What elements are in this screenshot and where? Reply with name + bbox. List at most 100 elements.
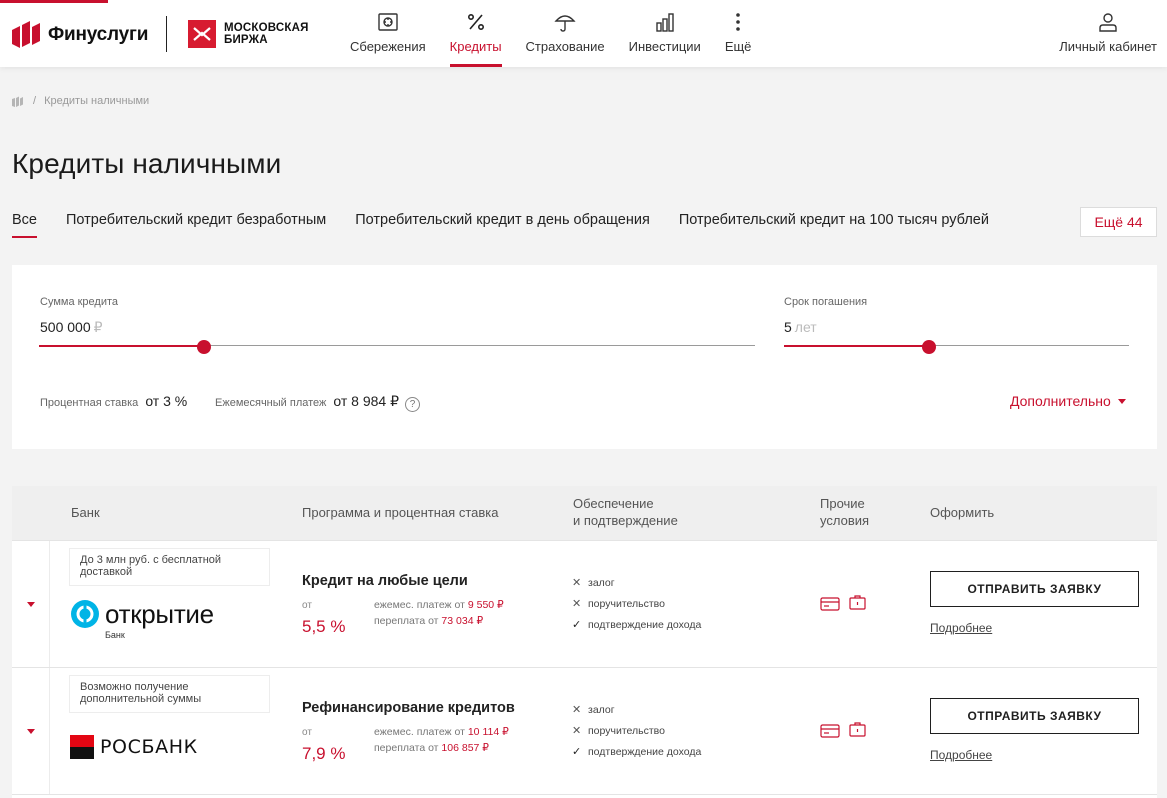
overpayment-label: переплата от <box>374 742 439 754</box>
moex-logo-text: МОСКОВСКАЯ БИРЖА <box>224 22 309 46</box>
breadcrumb-separator: / <box>33 95 37 107</box>
finuslugi-logo[interactable]: Финуслуги <box>12 21 148 48</box>
interest-rate: 5,5 % <box>302 617 346 636</box>
home-logo-icon[interactable] <box>12 96 25 107</box>
page-title: Кредиты наличными <box>12 148 282 179</box>
top-accent-bar <box>0 0 108 3</box>
program-name: Кредит на любые цели <box>302 573 468 589</box>
rate-stat: Процентная ставка от 3 % <box>40 393 187 409</box>
logo-divider <box>166 16 167 52</box>
header-other-line1: Прочие <box>820 496 865 511</box>
nav-item-investments[interactable]: Инвестиции <box>617 0 713 67</box>
overpayment-value: 106 857 ₽ <box>441 742 489 754</box>
nav-label: Ещё <box>724 39 752 54</box>
main-nav: Сбережения Кредиты Страхование Инвестици… <box>338 0 763 67</box>
slider-thumb[interactable] <box>921 340 936 354</box>
term-input[interactable]: 5 лет <box>784 319 817 335</box>
breadcrumb-current: Кредиты наличными <box>44 95 150 107</box>
check-icon: ✓ <box>572 746 582 758</box>
cross-icon: ✕ <box>572 725 582 737</box>
moex-logo[interactable]: МОСКОВСКАЯ БИРЖА <box>188 20 309 48</box>
additional-options-toggle[interactable]: Дополнительно <box>1010 393 1126 409</box>
slider-fill <box>39 345 204 347</box>
bank-logo-otkritie[interactable]: открытие Банк <box>70 599 214 640</box>
tab-same-day[interactable]: Потребительский кредит в день обращения <box>355 212 650 238</box>
overpayment-value: 73 034 ₽ <box>441 615 484 627</box>
rate-from-label: от <box>302 600 312 611</box>
amount-value: 500 000 <box>40 319 91 335</box>
condition-income-proof: ✓ подтверждение дохода <box>572 618 702 632</box>
send-application-button[interactable]: ОТПРАВИТЬ ЗАЯВКУ <box>930 698 1139 734</box>
nav-item-more[interactable]: Ещё <box>713 0 764 67</box>
table-header: Банк Программа и процентная ставка Обесп… <box>12 486 1157 540</box>
overpayment-label: переплата от <box>374 615 439 627</box>
category-tabs: Все Потребительский кредит безработным П… <box>12 212 1018 238</box>
overpayment: переплата от 73 034 ₽ <box>374 615 483 627</box>
expand-row-toggle[interactable] <box>12 541 50 668</box>
bar-chart-icon <box>653 10 677 34</box>
row-content: Возможно получение дополнительной суммы … <box>50 668 1157 795</box>
account-link[interactable]: Личный кабинет <box>1059 0 1157 67</box>
nav-item-insurance[interactable]: Страхование <box>514 0 617 67</box>
row-content: До 3 млн руб. с бесплатной доставкой отк… <box>50 541 1157 668</box>
nav-label: Страхование <box>525 39 605 54</box>
caret-down-icon <box>1117 398 1126 404</box>
rate-value: от 3 % <box>145 393 188 409</box>
caret-down-icon <box>26 602 35 607</box>
otkritie-logo-icon <box>71 600 99 628</box>
header-bank: Банк <box>71 505 100 520</box>
condition-text: подтверждение дохода <box>588 745 702 758</box>
amount-input[interactable]: 500 000 ₽ <box>40 319 103 336</box>
term-unit: лет <box>794 319 817 335</box>
bank-name: открытие <box>105 599 214 629</box>
nav-item-credits[interactable]: Кредиты <box>438 0 514 67</box>
condition-collateral: ✕ залог <box>572 576 615 590</box>
nav-label: Сбережения <box>350 39 426 54</box>
bank-name: РОСБАНК <box>100 736 198 758</box>
briefcase-icon[interactable] <box>849 595 866 610</box>
cross-icon: ✕ <box>572 598 582 610</box>
payment-value: от 8 984 ₽ <box>333 393 400 409</box>
condition-text: поручительство <box>588 597 665 610</box>
percent-icon <box>464 10 488 34</box>
promo-badge: До 3 млн руб. с бесплатной доставкой <box>70 549 269 585</box>
card-icon[interactable] <box>820 597 840 611</box>
tab-all[interactable]: Все <box>12 212 37 238</box>
moex-logo-line1: МОСКОВСКАЯ <box>224 22 309 34</box>
bank-subtitle: Банк <box>105 630 125 640</box>
nav-item-savings[interactable]: Сбережения <box>338 0 438 67</box>
expand-row-toggle[interactable] <box>12 668 50 795</box>
more-vertical-icon <box>726 10 750 34</box>
header-program: Программа и процентная ставка <box>302 505 499 520</box>
overpayment: переплата от 106 857 ₽ <box>374 742 489 754</box>
user-icon <box>1096 10 1120 34</box>
tab-unemployed[interactable]: Потребительский кредит безработным <box>66 212 326 238</box>
term-slider[interactable] <box>784 340 1129 354</box>
more-tabs-button[interactable]: Ещё 44 <box>1080 207 1157 237</box>
condition-text: залог <box>588 576 615 589</box>
header-other-line2: условия <box>820 513 870 528</box>
help-icon[interactable]: ? <box>405 397 421 412</box>
card-icon[interactable] <box>820 724 840 738</box>
table-row-next <box>12 794 1157 798</box>
bank-logo-rosbank[interactable]: РОСБАНК <box>70 735 198 759</box>
cross-icon: ✕ <box>572 577 582 589</box>
tab-100k[interactable]: Потребительский кредит на 100 тысяч рубл… <box>679 212 989 238</box>
condition-guarantee: ✕ поручительство <box>572 597 665 611</box>
details-link[interactable]: Подробнее <box>930 748 992 762</box>
condition-text: подтверждение дохода <box>588 618 702 631</box>
monthly-payment-value: 10 114 ₽ <box>467 726 509 738</box>
send-application-button[interactable]: ОТПРАВИТЬ ЗАЯВКУ <box>930 571 1139 607</box>
monthly-payment-value: 9 550 ₽ <box>467 599 504 611</box>
slider-thumb[interactable] <box>196 340 211 354</box>
umbrella-icon <box>553 10 577 34</box>
check-icon: ✓ <box>572 619 582 631</box>
amount-slider[interactable] <box>39 340 755 354</box>
rosbank-logo-icon <box>70 735 94 759</box>
moex-logo-icon <box>188 20 216 48</box>
briefcase-icon[interactable] <box>849 722 866 737</box>
payment-stat: Ежемесячный платеж от 8 984 ₽ ? <box>215 393 421 412</box>
interest-rate: 7,9 % <box>302 744 346 763</box>
account-label: Личный кабинет <box>1059 39 1157 54</box>
details-link[interactable]: Подробнее <box>930 621 992 635</box>
